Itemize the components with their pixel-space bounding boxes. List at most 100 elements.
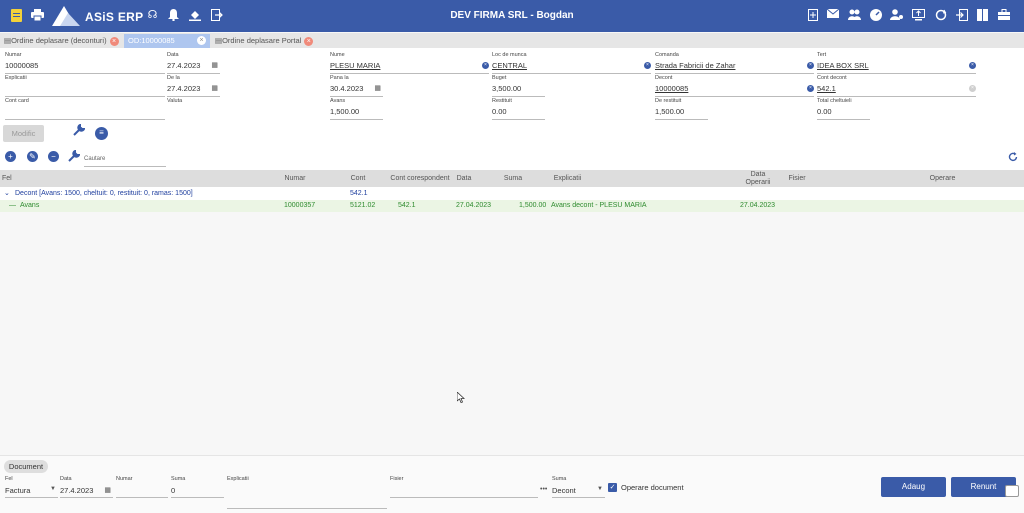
toolbox-icon[interactable] — [997, 9, 1010, 22]
pana-la-field[interactable]: Pana la 30.4.2023 ▦ — [330, 75, 383, 97]
brand-name: ASiS ERP — [85, 10, 144, 24]
tab-ordine-deplasare-portal[interactable]: ▤Ordine deplasare Portal × — [211, 34, 319, 48]
document-panel: Document Fel Factura ▼ Data 27.4.2023 ▦ … — [0, 455, 1024, 513]
data-field[interactable]: Data 27.4.2023 ▦ — [167, 52, 220, 74]
edit-icon[interactable]: ✎ — [27, 151, 38, 162]
screen-share-icon[interactable] — [1005, 485, 1019, 497]
headset-icon[interactable]: ☊ — [146, 9, 159, 22]
book-icon[interactable] — [976, 9, 989, 22]
lookup-icon[interactable]: × — [644, 62, 651, 69]
grid-body: ⌄ Decont [Avans: 1500, cheltuit: 0, rest… — [0, 187, 1024, 455]
loc-de-munca-field[interactable]: Loc de munca CENTRAL × — [492, 52, 651, 74]
doc-fisier-field[interactable]: Fisier — [390, 476, 538, 498]
group-cont: 542.1 — [350, 190, 368, 197]
calendar-icon[interactable]: ▦ — [211, 84, 218, 92]
bell-icon[interactable] — [167, 9, 180, 22]
total-cheltuieli-field[interactable]: Total cheltuieli 0.00 — [817, 98, 870, 120]
dash-icon: — — [9, 202, 16, 209]
caret-down-icon[interactable]: ▼ — [597, 486, 603, 492]
new-document-icon[interactable] — [806, 9, 819, 22]
print-icon[interactable] — [31, 9, 44, 22]
col-operare[interactable]: Operare — [920, 170, 965, 187]
de-la-field[interactable]: De la 27.4.2023 ▦ — [167, 75, 220, 97]
add-icon[interactable]: + — [5, 151, 16, 162]
calendar-icon[interactable]: ▦ — [374, 84, 381, 92]
sync-icon[interactable] — [934, 9, 947, 22]
nume-field[interactable]: Nume PLESU MARIA × — [330, 52, 489, 74]
tab-close-icon[interactable]: × — [109, 36, 119, 46]
operare-document-label: Operare document — [621, 483, 684, 492]
doc-suma-field[interactable]: Suma 0 — [171, 476, 224, 498]
tab-od-10000085[interactable]: OD:10000085 × — [124, 34, 210, 48]
refresh-icon[interactable] — [1008, 152, 1018, 165]
users-icon[interactable] — [848, 9, 861, 22]
paint-bucket-icon[interactable] — [188, 9, 201, 22]
search-input[interactable]: Cautare — [84, 152, 166, 167]
remove-icon[interactable]: − — [48, 151, 59, 162]
restituit-field[interactable]: Restituit 0.00 — [492, 98, 545, 120]
doc-numar-field[interactable]: Numar — [116, 476, 168, 498]
caret-down-icon[interactable]: ▼ — [50, 486, 56, 492]
gauge-icon[interactable] — [869, 9, 882, 22]
calendar-icon[interactable]: ▦ — [104, 486, 111, 494]
tab-label: OD:10000085 — [128, 36, 175, 45]
col-cont[interactable]: Cont — [338, 170, 378, 187]
document-yellow-icon[interactable] — [10, 9, 23, 22]
tab-bar: ▤Ordine deplasare (deconturi) × OD:100000… — [0, 33, 1024, 48]
valuta-field[interactable]: Valuta — [167, 98, 220, 120]
chevron-down-icon[interactable]: ⌄ — [4, 187, 10, 200]
buget-field[interactable]: Buget 3,500.00 — [492, 75, 545, 97]
cont-card-field[interactable]: Cont card — [5, 98, 165, 120]
col-data-operarii[interactable]: Data Operarii — [738, 170, 778, 187]
de-restituit-field[interactable]: De restituit 1,500.00 — [655, 98, 708, 120]
mouse-cursor-icon — [456, 391, 466, 406]
tert-field[interactable]: Tert IDEA BOX SRL × — [817, 52, 976, 74]
cell-cont-corespondent: 542.1 — [398, 202, 416, 209]
calendar-icon[interactable]: ▦ — [211, 61, 218, 69]
wrench-icon[interactable] — [68, 149, 81, 165]
cont-decont-field[interactable]: Cont decont 542.1 × — [817, 75, 976, 97]
mail-check-icon[interactable] — [826, 8, 839, 22]
lookup-icon[interactable]: × — [482, 62, 489, 69]
header-form: Numar 10000085 Data 27.4.2023 ▦ Nume PLE… — [0, 48, 1024, 148]
modific-button[interactable]: Modific — [3, 125, 44, 142]
lookup-icon[interactable]: × — [807, 85, 814, 92]
numar-field[interactable]: Numar 10000085 — [5, 52, 165, 74]
tab-label: Ordine deplasare Portal — [222, 36, 302, 45]
tab-ordine-deplasare-deconturi[interactable]: ▤Ordine deplasare (deconturi) × — [0, 34, 123, 48]
doc-fel-select[interactable]: Fel Factura ▼ — [5, 476, 58, 498]
col-suma[interactable]: Suma — [496, 170, 530, 187]
operare-document-checkbox[interactable]: ✓ — [608, 483, 617, 492]
col-numar[interactable]: Numar — [270, 170, 320, 187]
lookup-icon[interactable]: × — [969, 85, 976, 92]
col-fisier[interactable]: Fisier — [783, 170, 811, 187]
comanda-field[interactable]: Comanda Strada Fabricii de Zahar × — [655, 52, 814, 74]
user-settings-icon[interactable] — [890, 9, 903, 22]
login-icon[interactable] — [955, 9, 968, 22]
explicatii-field[interactable]: Explicatii — [5, 75, 165, 97]
more-options-icon[interactable]: ••• — [540, 486, 547, 493]
doc-data-field[interactable]: Data 27.4.2023 ▦ — [60, 476, 113, 498]
list-circle-icon[interactable]: ≡ — [95, 127, 108, 140]
lookup-icon[interactable]: × — [969, 62, 976, 69]
col-data[interactable]: Data — [450, 170, 478, 187]
col-fel[interactable]: Fel — [2, 170, 62, 187]
tab-close-icon[interactable]: × — [304, 36, 314, 46]
decont-field[interactable]: Decont 10000085 × — [655, 75, 814, 97]
top-bar: ASiS ERP ☊ DEV FIRMA SRL - Bogdan — [0, 0, 1024, 32]
doc-suma-decont-select[interactable]: Suma Decont ▼ — [552, 476, 605, 498]
cell-data: 27.04.2023 — [456, 202, 492, 209]
wrench-icon[interactable] — [73, 123, 86, 139]
monitor-upload-icon[interactable] — [912, 9, 925, 22]
group-row[interactable]: ⌄ Decont [Avans: 1500, cheltuit: 0, rest… — [0, 187, 1024, 200]
doc-explicatii-field[interactable]: Explicatii — [227, 476, 387, 509]
document-tab[interactable]: Document — [4, 460, 48, 473]
table-row[interactable]: — Avans 10000357 5121.02 542.1 27.04.202… — [0, 200, 1024, 212]
lookup-icon[interactable]: × — [807, 62, 814, 69]
col-explicatii[interactable]: Explicatii — [545, 170, 590, 187]
adaug-button[interactable]: Adaug — [881, 477, 946, 497]
tab-close-icon[interactable]: × — [197, 36, 206, 45]
logout-icon[interactable] — [210, 9, 223, 22]
col-cont-corespondent[interactable]: Cont corespondent — [390, 170, 450, 187]
avans-field[interactable]: Avans 1,500.00 — [330, 98, 383, 120]
